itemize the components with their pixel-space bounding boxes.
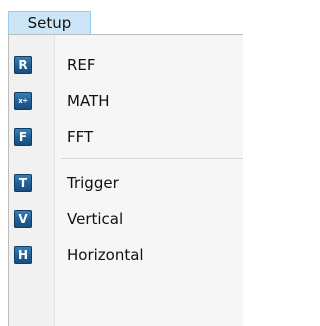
menu-item-label: FFT	[67, 128, 94, 146]
fft-icon: F	[14, 128, 32, 146]
horizontal-icon: H	[14, 246, 32, 264]
setup-menu-title[interactable]: Setup	[8, 11, 91, 35]
setup-dropdown-menu: R REF x÷ MATH F FFT T Trigger V Vertical…	[8, 34, 243, 326]
trigger-icon: T	[14, 174, 32, 192]
menu-item-fft[interactable]: F FFT	[9, 119, 243, 155]
menu-item-vertical[interactable]: V Vertical	[9, 201, 243, 237]
menu-item-label: MATH	[67, 92, 110, 110]
menu-item-label: REF	[67, 56, 96, 74]
vertical-icon: V	[14, 210, 32, 228]
menu-item-label: Horizontal	[67, 246, 144, 264]
menu-item-trigger[interactable]: T Trigger	[9, 165, 243, 201]
math-icon: x÷	[14, 92, 32, 110]
ref-icon: R	[14, 56, 32, 74]
menu-item-label: Vertical	[67, 210, 124, 228]
menu-item-horizontal[interactable]: H Horizontal	[9, 237, 243, 273]
page: Setup R REF x÷ MATH F FFT T Trigger V Ve…	[0, 0, 243, 326]
menu-item-ref[interactable]: R REF	[9, 47, 243, 83]
menu-item-math[interactable]: x÷ MATH	[9, 83, 243, 119]
menu-separator	[61, 158, 243, 159]
menu-item-label: Trigger	[67, 174, 119, 192]
menu-bar: Setup	[0, 0, 243, 35]
